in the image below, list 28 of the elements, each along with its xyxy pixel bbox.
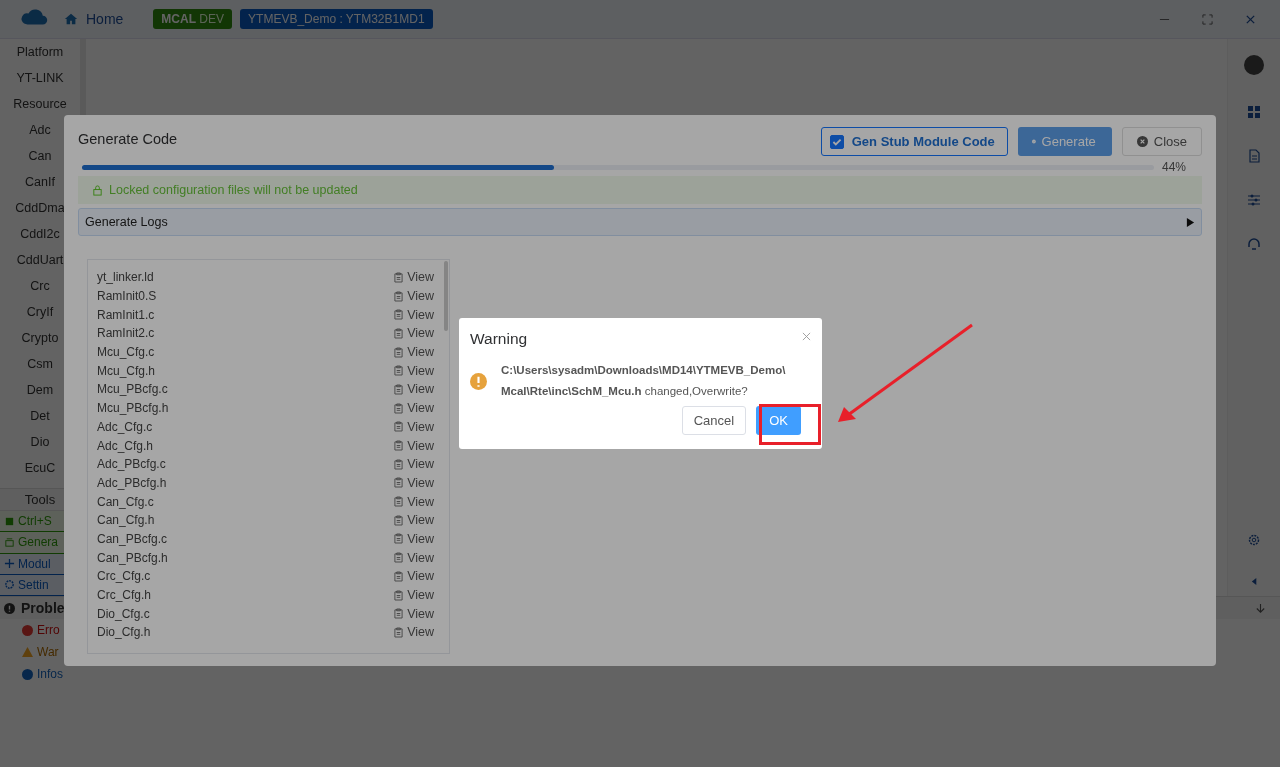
warning-title: Warning [470,330,528,348]
file-name: Adc_Cfg.h [97,438,154,453]
project-tag: YTMEVB_Demo : YTM32B1MD1 [240,9,433,29]
file-name: Adc_PBcfg.h [97,475,167,490]
notice-text: Locked configuration files will not be updated [109,183,358,197]
file-name: Dio_Cfg.c [97,606,150,621]
file-name: RamInit1.c [97,307,155,322]
file-name: Can_PBcfg.c [97,531,168,546]
file-name: Mcu_Cfg.h [97,363,156,378]
file-name: RamInit2.c [97,326,155,341]
file-name: Mcu_Cfg.c [97,345,155,360]
file-name: Crc_Cfg.h [97,588,152,603]
progress-percent: 44% [1162,160,1188,174]
file-name: Dio_Cfg.h [97,625,151,640]
file-name: Adc_Cfg.c [97,419,153,434]
file-name: Can_PBcfg.h [97,550,168,565]
warning-message: C:\Users\sysadm\Downloads\MD14\YTMEVB_Demo\ Mcal\Rte\inc\SchM_Mcu.h changed,Overwrite? [501,363,787,399]
file-name: Mcu_PBcfg.h [97,401,169,416]
file-name: Crc_Cfg.c [97,569,151,584]
file-name: RamInit0.S [97,289,157,304]
file-name: Adc_PBcfg.c [97,457,166,472]
file-name: Mcu_PBcfg.c [97,382,168,397]
file-name: yt_linker.ld [97,270,154,285]
problems-title: Proble [21,600,65,616]
file-name: Can_Cfg.h [97,513,155,528]
file-name: Can_Cfg.c [97,494,154,509]
dialog-title: Generate Code [78,130,178,147]
env-tag: MCAL DEV [153,9,233,29]
